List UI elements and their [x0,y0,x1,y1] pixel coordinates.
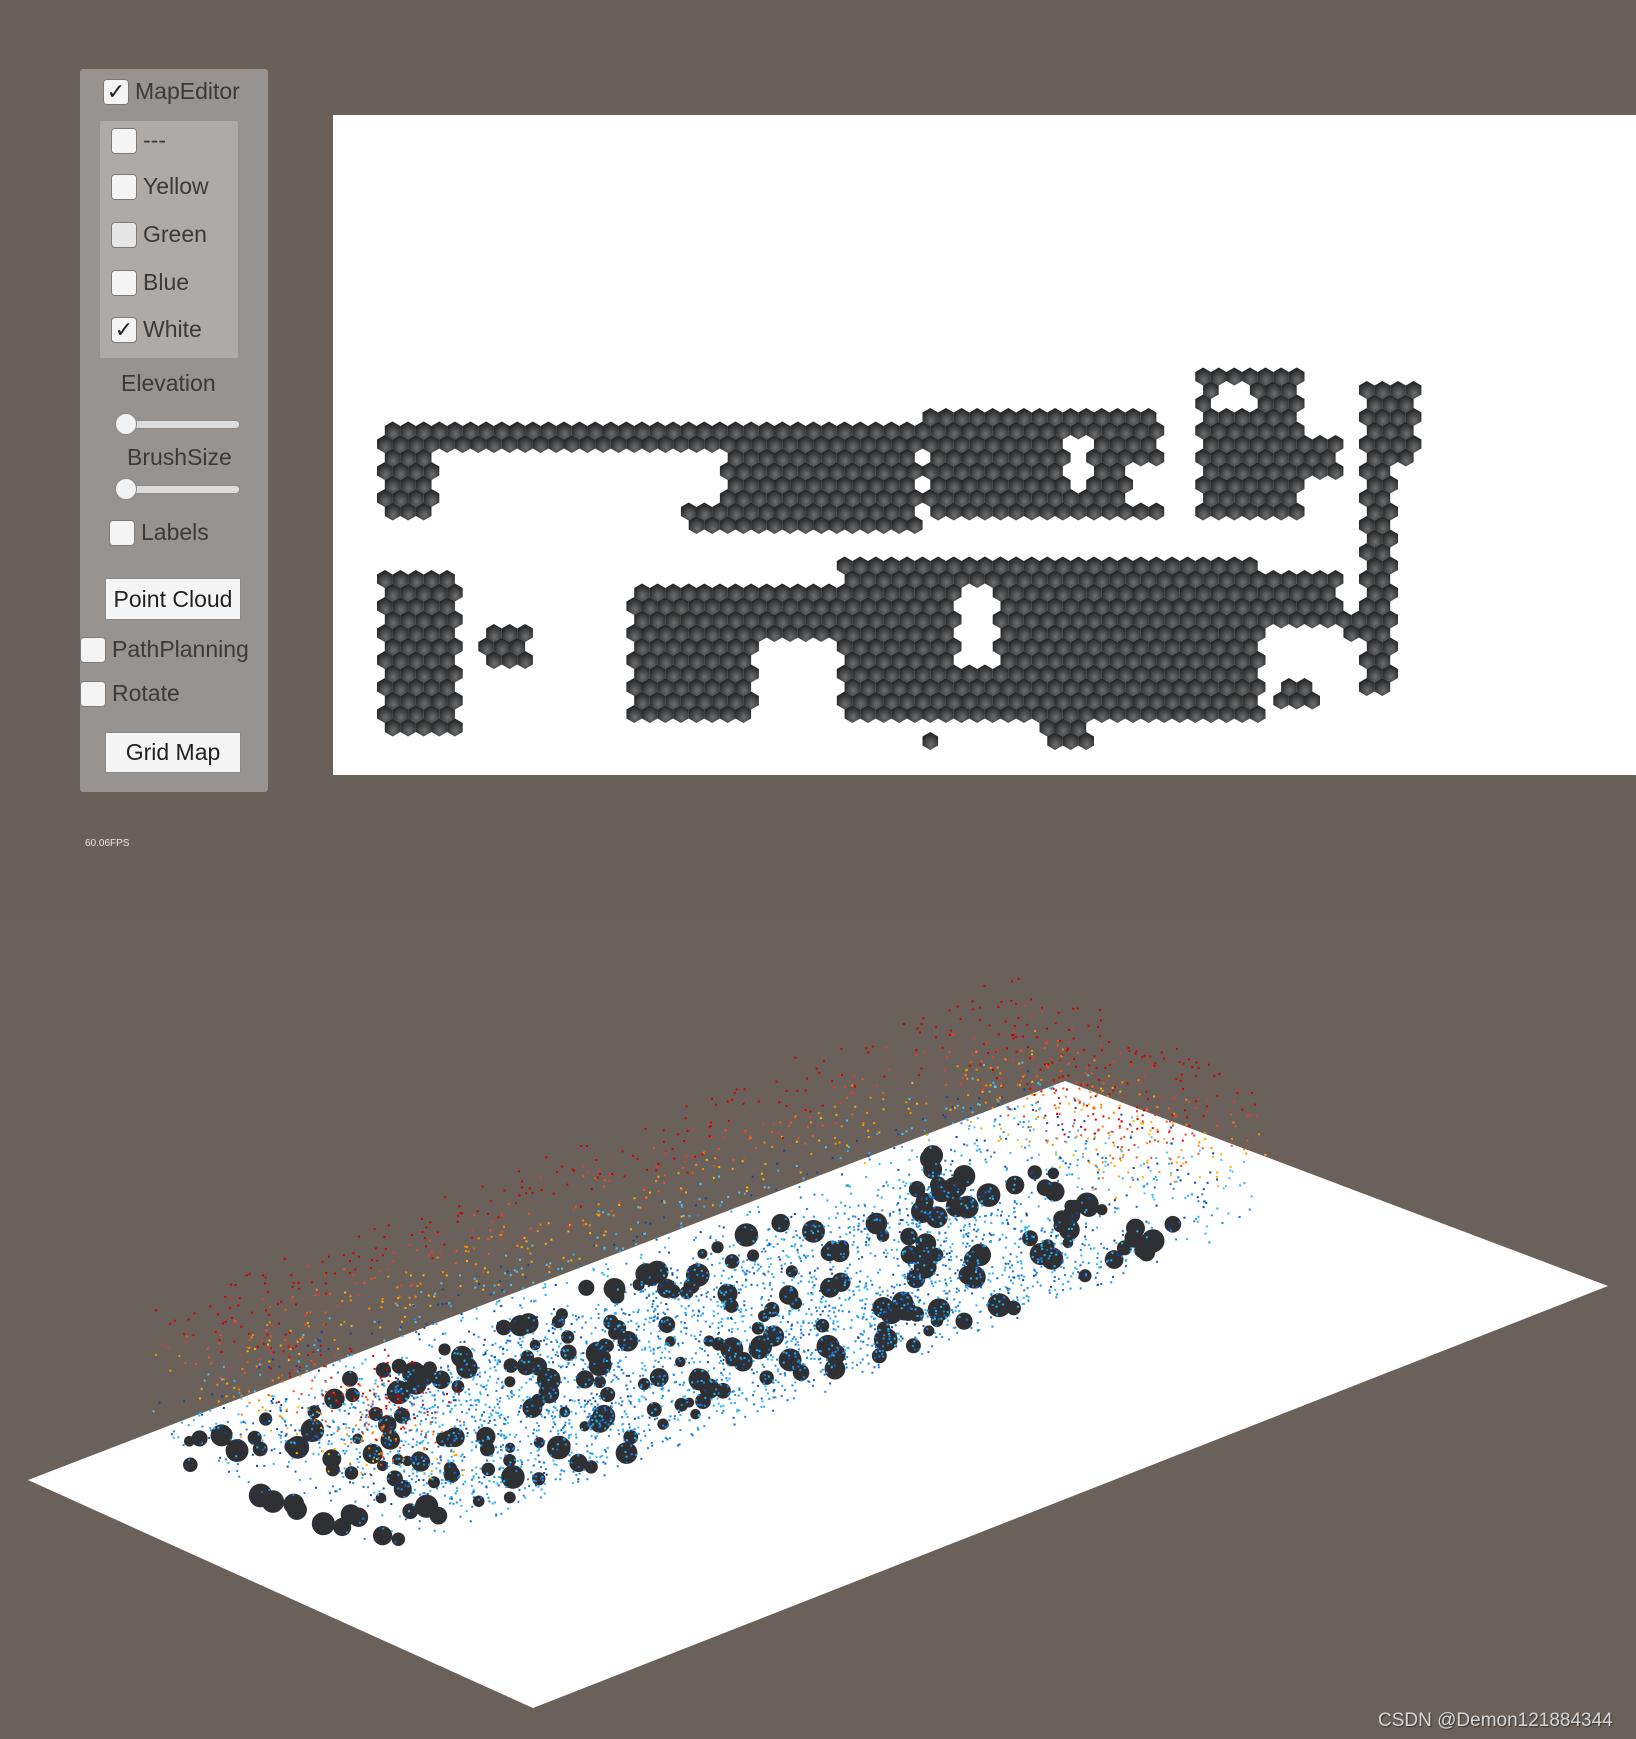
perspective-viewport [0,920,1636,1739]
